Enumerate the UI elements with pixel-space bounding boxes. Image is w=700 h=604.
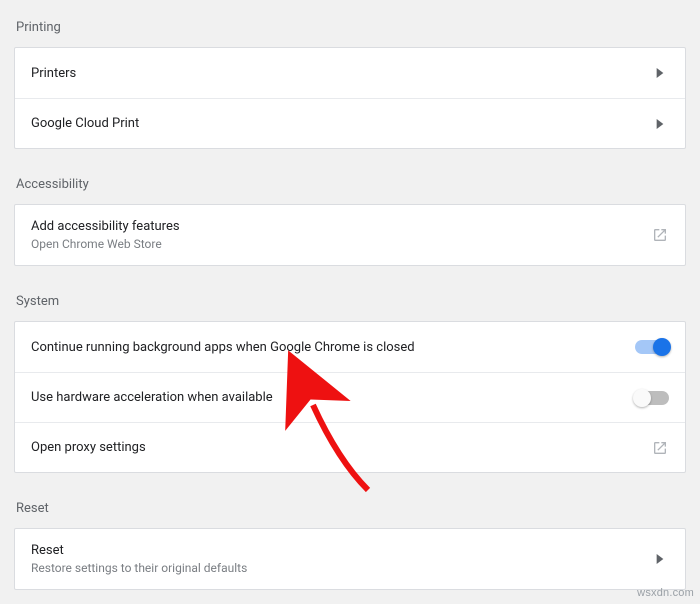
- google-cloud-print-row[interactable]: Google Cloud Print: [15, 98, 685, 148]
- proxy-label: Open proxy settings: [31, 440, 146, 455]
- reset-card: Reset Restore settings to their original…: [14, 528, 686, 590]
- system-card: Continue running background apps when Go…: [14, 321, 686, 473]
- background-apps-label: Continue running background apps when Go…: [31, 340, 415, 355]
- reset-row[interactable]: Reset Restore settings to their original…: [15, 529, 685, 589]
- cloud-print-label: Google Cloud Print: [31, 116, 139, 131]
- add-accessibility-row[interactable]: Add accessibility features Open Chrome W…: [15, 205, 685, 265]
- open-proxy-row[interactable]: Open proxy settings: [15, 422, 685, 472]
- chevron-right-icon: [651, 550, 669, 568]
- background-apps-toggle[interactable]: [635, 340, 669, 354]
- reset-subtitle: Restore settings to their original defau…: [31, 561, 247, 575]
- section-header-reset: Reset: [14, 495, 686, 528]
- background-apps-row: Continue running background apps when Go…: [15, 322, 685, 372]
- reset-title: Reset: [31, 543, 247, 558]
- section-header-accessibility: Accessibility: [14, 171, 686, 204]
- watermark-text: wsxdn.com: [637, 587, 694, 599]
- external-link-icon: [651, 226, 669, 244]
- section-header-printing: Printing: [14, 14, 686, 47]
- accessibility-subtitle: Open Chrome Web Store: [31, 237, 180, 251]
- accessibility-card: Add accessibility features Open Chrome W…: [14, 204, 686, 266]
- hardware-accel-label: Use hardware acceleration when available: [31, 390, 273, 405]
- hardware-acceleration-row: Use hardware acceleration when available: [15, 372, 685, 422]
- printers-label: Printers: [31, 66, 76, 81]
- hardware-accel-toggle[interactable]: [635, 391, 669, 405]
- section-header-system: System: [14, 288, 686, 321]
- external-link-icon: [651, 439, 669, 457]
- chevron-right-icon: [651, 64, 669, 82]
- printers-row[interactable]: Printers: [15, 48, 685, 98]
- chevron-right-icon: [651, 115, 669, 133]
- accessibility-title: Add accessibility features: [31, 219, 180, 234]
- printing-card: Printers Google Cloud Print: [14, 47, 686, 149]
